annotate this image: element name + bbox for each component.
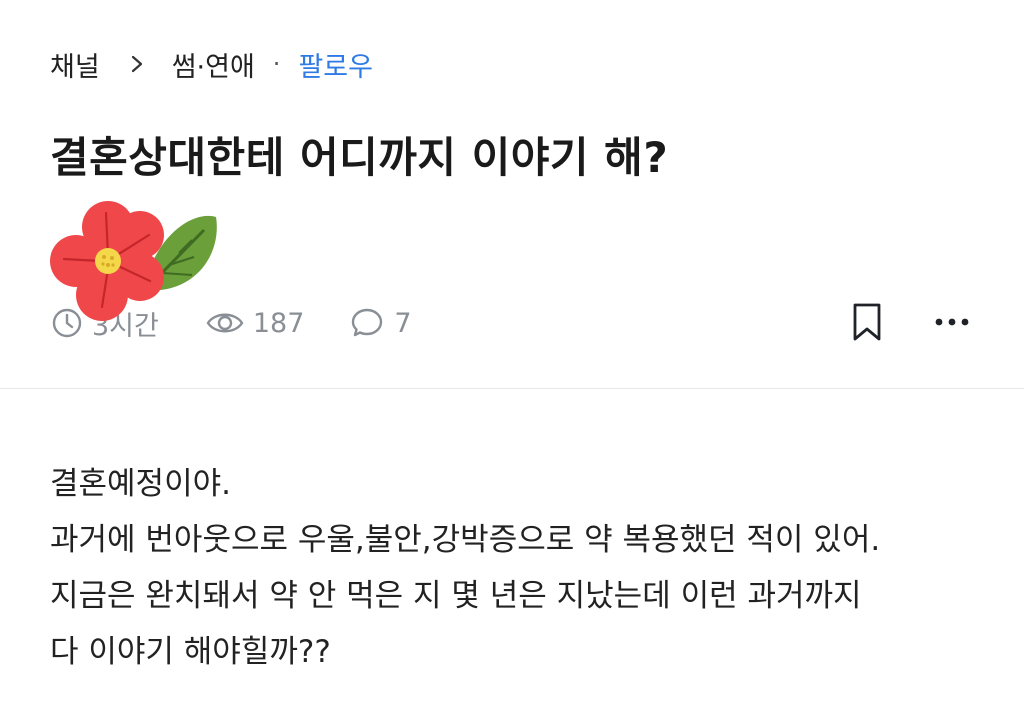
- body-line: 지금은 완치돼서 약 안 먹은 지 몇 년은 지났는데 이런 과거까지: [50, 578, 862, 614]
- breadcrumb-dot: ·: [272, 50, 281, 78]
- more-horizontal-icon: [935, 318, 969, 326]
- follow-button[interactable]: 팔로우: [298, 45, 373, 84]
- post-title: 결혼상대한테 어디까지 이야기 해?: [50, 133, 669, 182]
- comment-count[interactable]: 7: [350, 306, 412, 340]
- more-options-button[interactable]: [934, 302, 970, 342]
- post-actions: [850, 302, 970, 342]
- body-line: 과거에 번아웃으로 우울,불안,강박증으로 약 복용했던 적이 있어.: [50, 522, 881, 558]
- view-count-text: 187: [252, 307, 305, 339]
- post-body: 결혼예정이야. 과거에 번아웃으로 우울,불안,강박증으로 약 복용했던 적이 …: [50, 456, 990, 680]
- divider: [0, 388, 1024, 389]
- body-line: 다 이야기 해야힐까??: [50, 634, 331, 670]
- comment-bubble-icon: [352, 308, 383, 337]
- bookmark-icon[interactable]: [850, 302, 884, 342]
- flower-sticker: [50, 201, 217, 321]
- breadcrumb-channel[interactable]: 채널: [50, 45, 100, 84]
- body-line: 결혼예정이야.: [50, 466, 231, 502]
- breadcrumb-category[interactable]: 썸·연애: [172, 45, 255, 84]
- breadcrumb: 채널 썸·연애 · 팔로우: [50, 44, 373, 84]
- comment-count-text: 7: [394, 307, 412, 339]
- chevron-right-icon: [131, 55, 142, 73]
